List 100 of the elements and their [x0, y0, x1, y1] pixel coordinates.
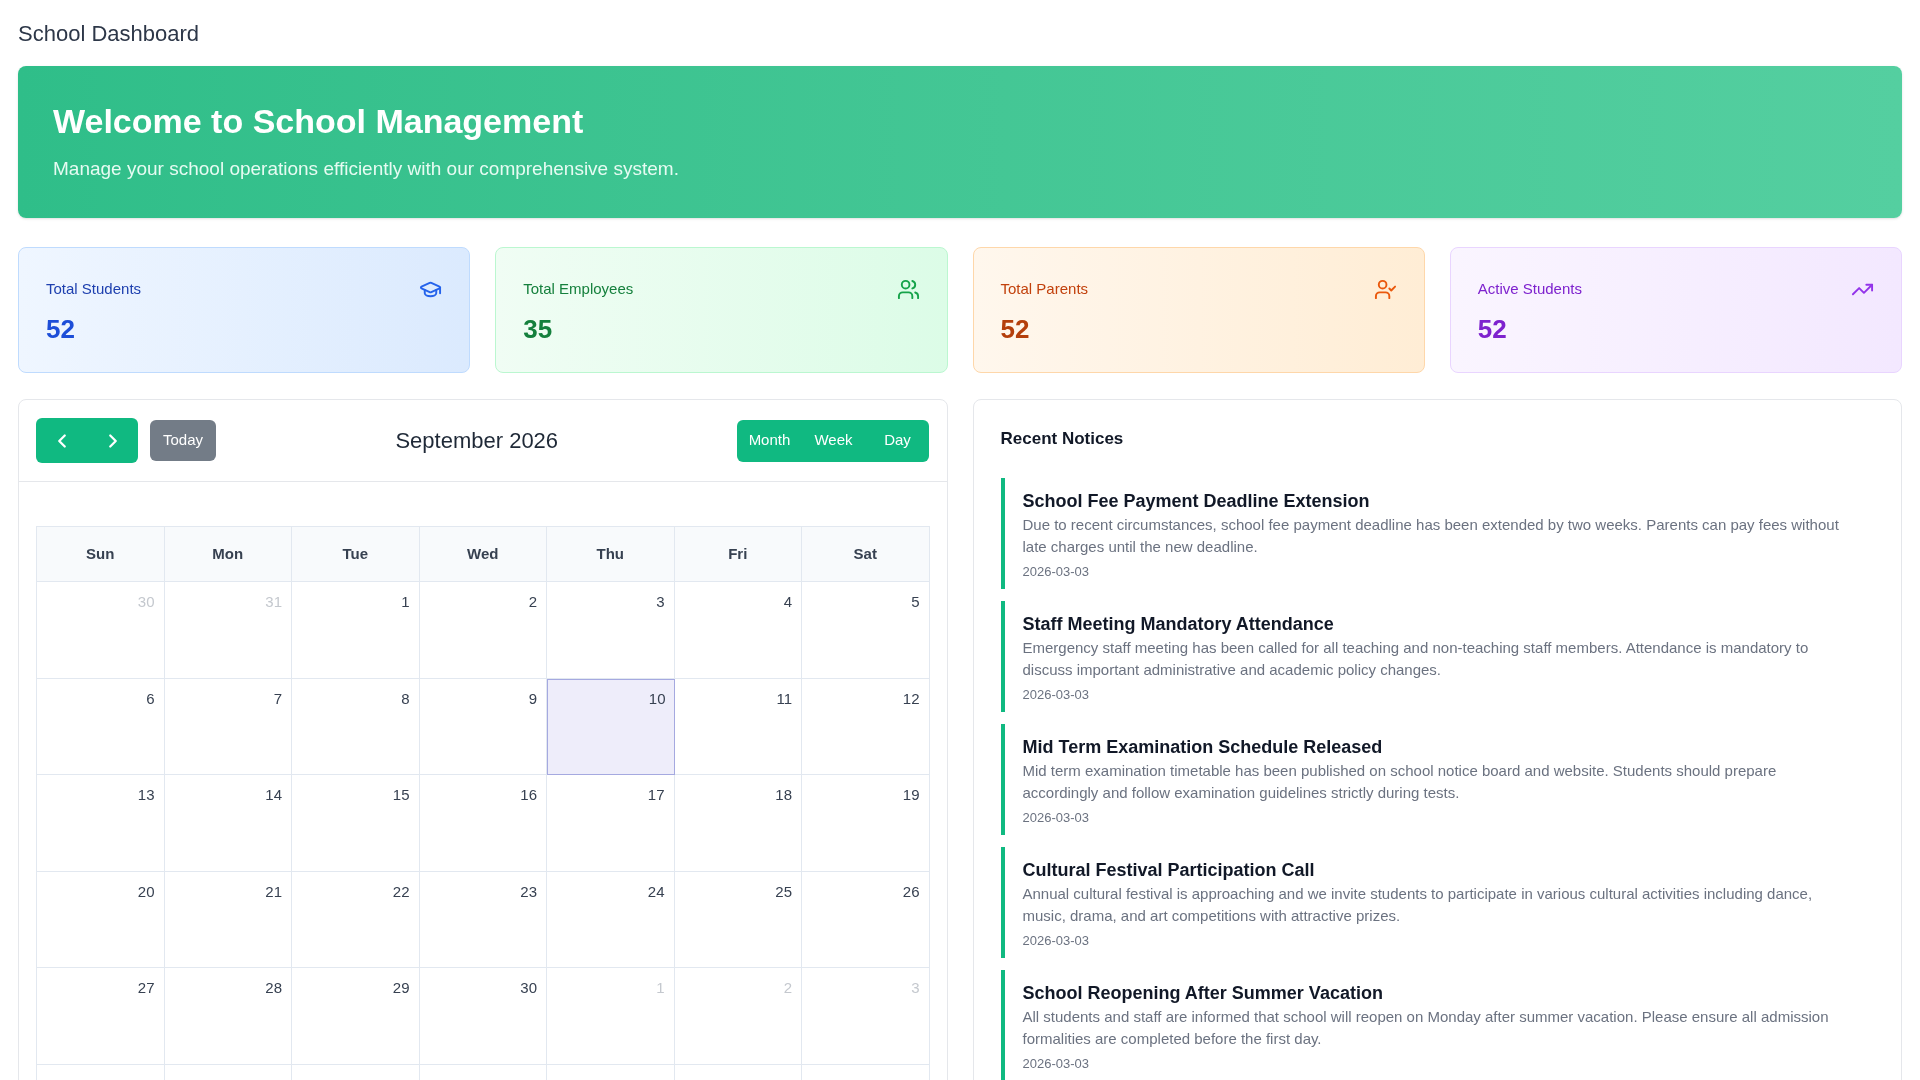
day-number: 12 [902, 688, 920, 709]
day-cell[interactable]: 13 [37, 775, 165, 872]
day-number: 3 [656, 592, 665, 612]
notice-date: 2026-03-03 [1022, 563, 1089, 581]
day-number: 14 [265, 785, 282, 805]
stat-value: 35 [523, 313, 554, 345]
day-cell[interactable]: 16 [419, 775, 547, 872]
day-number: 5 [911, 592, 920, 612]
stat-value: 52 [1000, 313, 1031, 345]
day-number: 20 [137, 881, 155, 902]
day-number: 19 [902, 785, 920, 805]
notice-body: Emergency staff meeting has been called for all teaching and non-teaching staff members. Attendance is mandatory to discuss important administrative and academic policy changes. [1022, 638, 1810, 680]
day-number: 24 [647, 881, 665, 902]
next-button[interactable] [87, 418, 138, 463]
notice-date: 2026-03-03 [1022, 1055, 1089, 1073]
day-cell[interactable]: 21 [164, 871, 292, 968]
banner-title: Welcome to School Management [53, 101, 584, 141]
day-number: 25 [775, 881, 792, 902]
day-number: 29 [392, 978, 410, 998]
notice-title: School Fee Payment Deadline Extension [1022, 490, 1370, 513]
notice-date: 2026-03-03 [1022, 809, 1089, 827]
day-number: 16 [520, 785, 537, 805]
day-cell[interactable]: 15 [292, 775, 420, 872]
day-cell[interactable]: 1 [292, 582, 420, 679]
weekday-header: Sat [802, 527, 930, 582]
day-number: 21 [265, 881, 282, 902]
stat-label: Total Students [46, 279, 142, 299]
day-number: 7 [273, 688, 282, 709]
day-number: 2 [528, 592, 537, 612]
day-cell[interactable]: 27 [37, 968, 165, 1065]
day-cell[interactable]: 7 [164, 678, 292, 775]
day-cell[interactable]: 14 [164, 775, 292, 872]
stat-value: 52 [46, 313, 76, 345]
day-cell[interactable]: 11 [674, 678, 802, 775]
day-number: 8 [401, 688, 410, 709]
notice-title: School Reopening After Summer Vacation [1022, 982, 1383, 1005]
day-number: 22 [392, 881, 410, 902]
page-title: School Dashboard [18, 20, 199, 48]
day-number: 26 [902, 881, 920, 902]
weekday-header: Mon [164, 527, 292, 582]
weekday-header: Tue [292, 527, 420, 582]
weekday-header: Sun [37, 527, 165, 582]
day-cell[interactable]: 23 [419, 871, 547, 968]
day-cell[interactable]: 28 [164, 968, 292, 1065]
notice-body: Due to recent circumstances, school fee payment deadline has been extended by two weeks. Parents can pay fees without late charges until the new deadline. [1022, 515, 1840, 557]
day-cell[interactable]: 5 [802, 582, 930, 679]
day-number: 18 [775, 785, 792, 805]
day-cell[interactable]: 20 [37, 871, 165, 968]
banner-subtitle: Manage your school operations efficiently with our comprehensive system. [53, 157, 679, 181]
day-number: 2 [783, 978, 792, 998]
day-cell[interactable]: 29 [292, 968, 420, 1065]
day-cell[interactable]: 18 [674, 775, 802, 872]
day-cell[interactable]: 30 [419, 968, 547, 1065]
notice-body: Annual cultural festival is approaching and we invite students to participate in various cultural activities including dance, music, drama, and art competitions with attractive prizes. [1022, 884, 1814, 926]
weekday-header: Wed [419, 527, 547, 582]
day-number: 30 [520, 978, 537, 998]
notice-date: 2026-03-03 [1022, 686, 1089, 704]
notice-title: Mid Term Examination Schedule Released [1022, 736, 1383, 759]
notice-title: Cultural Festival Participation Call [1022, 859, 1315, 882]
users-icon [896, 278, 920, 301]
day-number: 10 [648, 688, 666, 709]
day-cell[interactable]: 8 [292, 678, 420, 775]
day-number: 23 [520, 881, 537, 902]
day-number: 17 [647, 785, 665, 805]
day-number: 4 [783, 592, 792, 612]
day-cell[interactable]: 22 [292, 871, 420, 968]
day-cell[interactable]: 3 [547, 582, 675, 679]
day-number: 13 [137, 785, 155, 805]
today-cell[interactable]: 10 [547, 678, 675, 775]
notices-title: Recent Notices [1000, 428, 1124, 450]
day-cell[interactable]: 12 [802, 678, 930, 775]
notice-title: Staff Meeting Mandatory Attendance [1022, 613, 1334, 636]
day-number: 30 [137, 592, 155, 612]
stat-label: Total Parents [1000, 279, 1089, 299]
day-number: 15 [392, 785, 410, 805]
day-cell[interactable]: 4 [674, 582, 802, 679]
day-cell[interactable]: 26 [802, 871, 930, 968]
day-cell[interactable]: 24 [547, 871, 675, 968]
user-check-icon [1373, 278, 1397, 301]
prev-button[interactable] [36, 418, 87, 463]
day-number: 27 [137, 978, 155, 998]
stat-label: Active Students [1477, 279, 1582, 299]
weekday-header: Thu [547, 527, 675, 582]
notice-body: All students and staff are informed that school will reopen on Monday after summer vacation. Please ensure all admission formalities are completed before the first day. [1022, 1007, 1830, 1049]
day-number: 28 [265, 978, 282, 998]
stat-value: 52 [1477, 313, 1508, 345]
calendar-title: September 2026 [395, 427, 559, 455]
day-cell[interactable]: 6 [37, 678, 165, 775]
day-number: 1 [656, 978, 665, 998]
day-number: 3 [911, 978, 920, 998]
weekday-header: Fri [674, 527, 802, 582]
day-cell[interactable]: 17 [547, 775, 675, 872]
day-number: 1 [401, 592, 410, 612]
notice-date: 2026-03-03 [1022, 932, 1089, 950]
day-cell[interactable]: 9 [419, 678, 547, 775]
day-number: 31 [265, 592, 282, 612]
day-cell[interactable]: 2 [419, 582, 547, 679]
stat-label: Total Employees [523, 279, 634, 299]
day-cell[interactable]: 25 [674, 871, 802, 968]
day-cell[interactable]: 19 [802, 775, 930, 872]
